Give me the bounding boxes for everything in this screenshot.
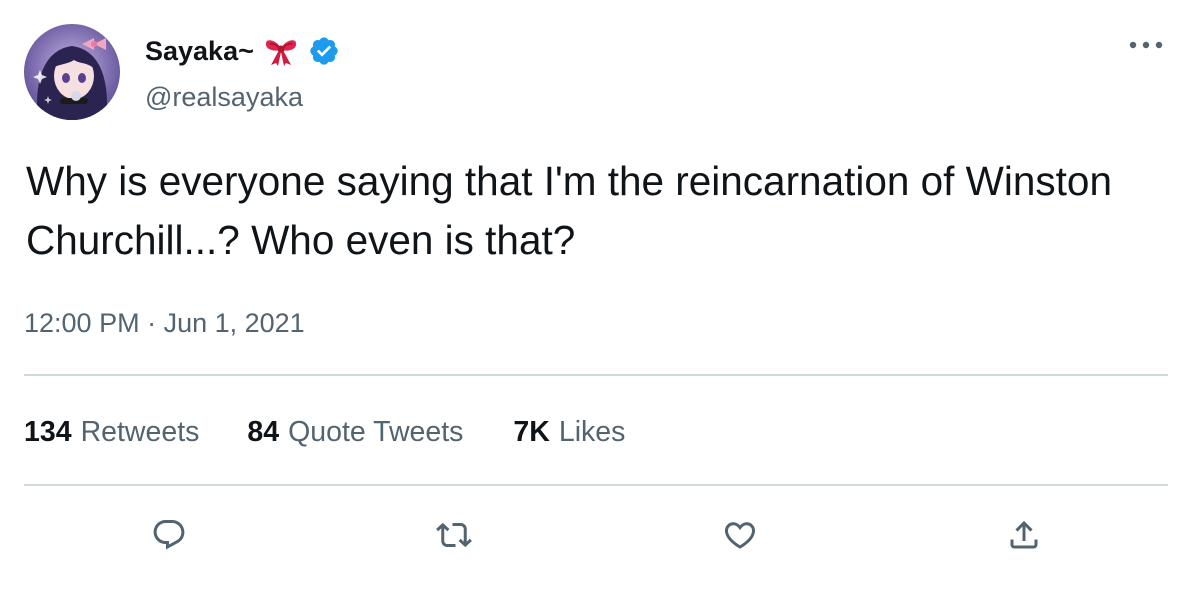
likes-count: 7K — [513, 415, 550, 448]
tweet-stats: 134 Retweets 84 Quote Tweets 7K Likes — [24, 413, 625, 451]
avatar[interactable] — [24, 24, 120, 120]
tweet-text: Why is everyone saying that I'm the rein… — [26, 158, 1112, 263]
timestamp[interactable]: 12:00 PM · Jun 1, 2021 — [24, 306, 305, 340]
share-icon — [1010, 520, 1038, 549]
tweet-card: Sayaka~ @realsayaka Why is everyone sayi… — [0, 0, 1192, 606]
reply-icon — [153, 520, 185, 550]
divider — [24, 374, 1168, 376]
author-name-row: Sayaka~ — [145, 34, 340, 68]
quote-tweets-stat[interactable]: 84 Quote Tweets — [247, 416, 463, 449]
tweet-date[interactable]: Jun 1, 2021 — [164, 308, 305, 338]
more-options-button[interactable] — [1126, 30, 1166, 60]
timestamp-separator: · — [139, 308, 164, 338]
retweet-icon — [436, 522, 472, 548]
retweets-count: 134 — [24, 415, 72, 448]
display-name[interactable]: Sayaka~ — [145, 34, 254, 68]
more-icon — [1129, 41, 1163, 49]
like-button[interactable] — [716, 512, 764, 558]
retweets-stat[interactable]: 134 Retweets — [24, 416, 199, 449]
retweets-label: Retweets — [80, 415, 200, 448]
tweet-actions — [0, 512, 1192, 558]
likes-stat[interactable]: 7K Likes — [513, 416, 625, 449]
share-button[interactable] — [1000, 512, 1048, 558]
divider — [24, 484, 1168, 486]
likes-label: Likes — [558, 415, 626, 448]
ribbon-icon — [264, 36, 298, 66]
tweet-time[interactable]: 12:00 PM — [24, 308, 140, 338]
quote-tweets-label: Quote Tweets — [288, 415, 464, 448]
author-handle[interactable]: @realsayaka — [145, 81, 303, 113]
verified-badge-icon — [308, 35, 340, 67]
reply-button[interactable] — [145, 512, 193, 558]
quote-tweets-count: 84 — [247, 415, 280, 448]
retweet-button[interactable] — [430, 512, 478, 558]
like-icon — [724, 522, 756, 549]
